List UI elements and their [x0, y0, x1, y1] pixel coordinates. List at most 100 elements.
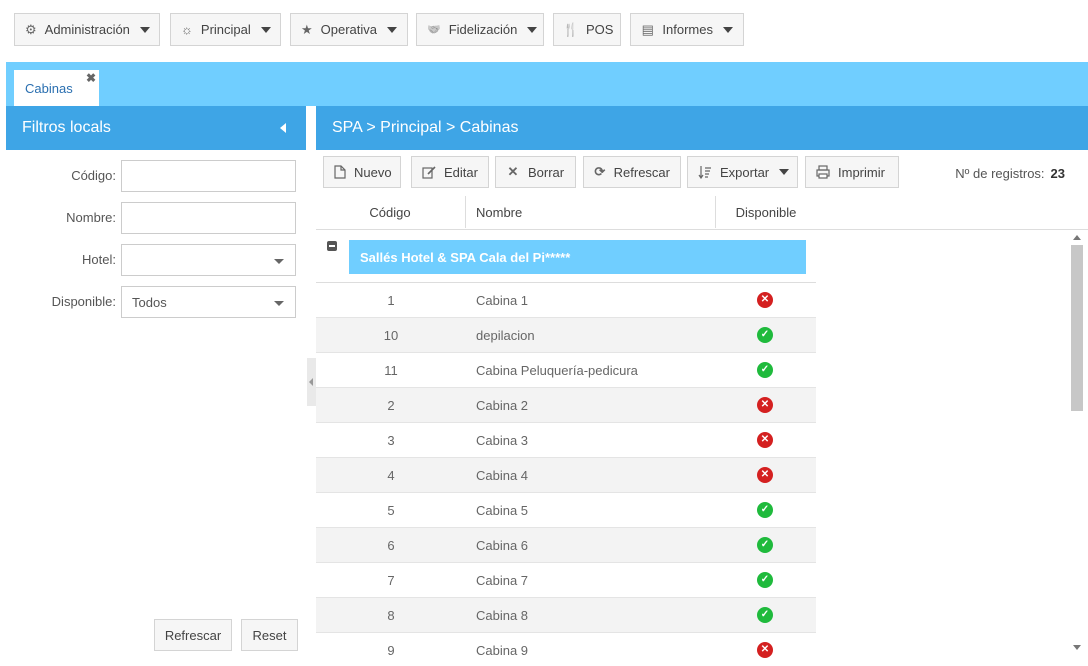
nombre-label: Nombre:	[66, 210, 116, 225]
disponible-label: Disponible:	[51, 294, 116, 309]
panel-splitter[interactable]	[306, 106, 316, 660]
column-divider[interactable]	[465, 196, 466, 228]
cell-nombre: Cabina 5	[476, 503, 529, 518]
menu-informes[interactable]: ▤ Informes	[630, 13, 744, 46]
cross-circle-icon: ✕	[757, 292, 773, 308]
cell-codigo: 8	[387, 608, 395, 623]
table-row[interactable]: 4 Cabina 4 ✕	[316, 458, 816, 493]
grid-header: Código Nombre Disponible	[316, 194, 1088, 230]
table-row[interactable]: 6 Cabina 6 ✓	[316, 528, 816, 563]
chevron-down-icon	[139, 26, 150, 33]
cell-codigo: 9	[387, 643, 395, 658]
column-codigo[interactable]: Código	[316, 194, 464, 230]
cell-nombre: Cabina 2	[476, 398, 529, 413]
refrescar-button[interactable]: ⟳ Refrescar	[583, 156, 681, 188]
cell-codigo: 5	[387, 503, 395, 518]
filter-row-hotel: Hotel:	[6, 244, 306, 276]
group-header[interactable]: Sallés Hotel & SPA Cala del Pi*****	[349, 240, 806, 274]
menu-label: Informes	[662, 22, 713, 37]
menu-fidelizacion[interactable]: 🤝 Fidelización	[416, 13, 544, 46]
cross-circle-icon: ✕	[757, 432, 773, 448]
scroll-up-icon[interactable]	[1073, 235, 1081, 240]
gear-icon: ⚙	[25, 21, 37, 37]
grid-body: Sallés Hotel & SPA Cala del Pi***** 1 Cab…	[316, 231, 1070, 660]
menu-label: Administración	[44, 22, 130, 37]
table-row[interactable]: 2 Cabina 2 ✕	[316, 388, 816, 423]
grid-toolbar: Nuevo Editar ✕ Borrar ⟳ Refrescar Export…	[316, 150, 1088, 194]
cutlery-icon: 🍴	[562, 21, 580, 37]
codigo-label: Código:	[71, 168, 116, 183]
records-label: Nº de registros:	[955, 166, 1045, 181]
table-row[interactable]: 11 Cabina Peluquería-pedicura ✓	[316, 353, 816, 388]
column-nombre[interactable]: Nombre	[476, 194, 716, 230]
table-row[interactable]: 10 depilacion ✓	[316, 318, 816, 353]
chevron-down-icon	[387, 26, 398, 33]
cell-nombre: Cabina 8	[476, 608, 529, 623]
close-icon[interactable]: ✖	[86, 71, 96, 85]
cell-codigo: 3	[387, 433, 395, 448]
disponible-select-value: Todos	[132, 294, 167, 310]
top-menu-bar: ⚙ Administración ☼ Principal ★ Operativa…	[0, 0, 1088, 62]
check-circle-icon: ✓	[757, 572, 773, 588]
borrar-button[interactable]: ✕ Borrar	[495, 156, 576, 188]
collapse-group-icon[interactable]	[327, 241, 337, 251]
cell-nombre: Cabina 4	[476, 468, 529, 483]
breadcrumb-text: SPA > Principal > Cabinas	[332, 119, 519, 136]
chevron-left-icon	[309, 378, 313, 386]
disponible-select[interactable]: Todos	[121, 286, 296, 318]
cell-codigo: 10	[383, 328, 399, 343]
menu-label: Principal	[200, 22, 251, 37]
archive-icon: ▤	[641, 21, 654, 37]
chevron-down-icon	[527, 26, 538, 33]
scrollbar-thumb[interactable]	[1071, 245, 1083, 411]
menu-operativa[interactable]: ★ Operativa	[290, 13, 408, 46]
filters-reset-button[interactable]: Reset	[241, 619, 298, 651]
cell-nombre: Cabina 6	[476, 538, 529, 553]
collapse-left-icon[interactable]	[280, 123, 286, 133]
hotel-select[interactable]	[121, 244, 296, 276]
editar-button[interactable]: Editar	[411, 156, 489, 188]
tab-cabinas[interactable]: Cabinas ✖	[14, 70, 99, 106]
check-circle-icon: ✓	[757, 607, 773, 623]
nuevo-button[interactable]: Nuevo	[323, 156, 401, 188]
tab-bar: Cabinas ✖	[6, 62, 1088, 106]
table-row[interactable]: 8 Cabina 8 ✓	[316, 598, 816, 633]
table-row[interactable]: 3 Cabina 3 ✕	[316, 423, 816, 458]
cell-nombre: depilacion	[476, 328, 535, 343]
nombre-input[interactable]	[121, 202, 296, 234]
chevron-down-icon	[779, 169, 790, 175]
cross-circle-icon: ✕	[757, 642, 773, 658]
filter-row-codigo: Código:	[6, 160, 306, 192]
hotel-label: Hotel:	[82, 252, 116, 267]
column-disponible[interactable]: Disponible	[716, 194, 816, 230]
cross-circle-icon: ✕	[757, 467, 773, 483]
codigo-input[interactable]	[121, 160, 296, 192]
cell-codigo: 1	[387, 293, 395, 308]
edit-icon	[422, 165, 436, 179]
table-row[interactable]: 1 Cabina 1 ✕	[316, 283, 816, 318]
editar-label: Editar	[444, 164, 478, 180]
grid-scrollbar[interactable]	[1070, 231, 1085, 660]
menu-administracion[interactable]: ⚙ Administración	[14, 13, 160, 46]
chevron-down-icon	[274, 259, 284, 264]
check-circle-icon: ✓	[757, 327, 773, 343]
menu-principal[interactable]: ☼ Principal	[170, 13, 281, 46]
cross-circle-icon: ✕	[757, 397, 773, 413]
records-count: Nº de registros: 23	[955, 166, 1065, 181]
refrescar-label: Refrescar	[613, 164, 670, 180]
imprimir-label: Imprimir	[838, 164, 885, 180]
exportar-button[interactable]: Exportar	[687, 156, 798, 188]
new-file-icon	[334, 165, 346, 179]
filters-refresh-button[interactable]: Refrescar	[154, 619, 232, 651]
cell-codigo: 6	[387, 538, 395, 553]
scroll-down-icon[interactable]	[1073, 645, 1081, 650]
refresh-icon: ⟳	[594, 164, 606, 179]
filter-row-nombre: Nombre:	[6, 202, 306, 234]
cell-nombre: Cabina 1	[476, 293, 529, 308]
table-row[interactable]: 7 Cabina 7 ✓	[316, 563, 816, 598]
menu-pos[interactable]: 🍴 POS	[553, 13, 621, 46]
table-row[interactable]: 5 Cabina 5 ✓	[316, 493, 816, 528]
filters-panel: Código: Nombre: Hotel: Disponible: Todos…	[6, 150, 306, 660]
table-row[interactable]: 9 Cabina 9 ✕	[316, 633, 816, 660]
imprimir-button[interactable]: Imprimir	[805, 156, 899, 188]
